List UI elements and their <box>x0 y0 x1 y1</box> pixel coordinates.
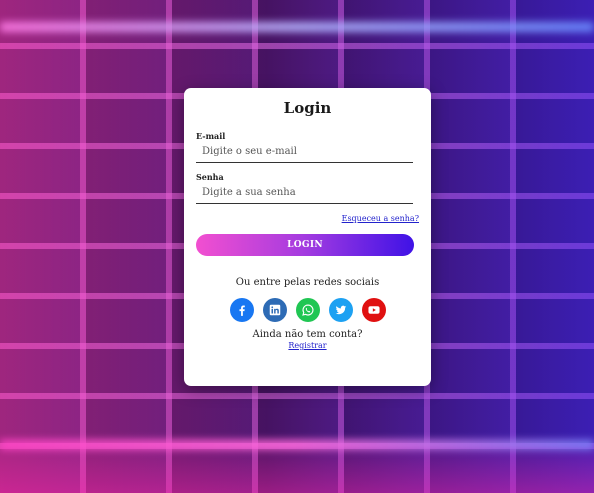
twitter-icon[interactable] <box>328 298 353 322</box>
login-card: Login E-mail Senha Esqueceu a senha? LOG… <box>184 88 431 386</box>
youtube-icon[interactable] <box>361 298 386 322</box>
no-account-text: Ainda não tem conta? <box>252 329 363 340</box>
login-button[interactable]: LOGIN <box>196 234 414 256</box>
register-link[interactable]: Registrar <box>196 341 419 350</box>
whatsapp-icon[interactable] <box>295 298 320 322</box>
email-field[interactable] <box>196 141 413 163</box>
facebook-icon[interactable] <box>229 298 254 322</box>
background-glow <box>0 433 594 493</box>
social-login-row <box>196 298 419 322</box>
email-label: E-mail <box>196 131 226 141</box>
password-label: Senha <box>196 172 224 182</box>
password-field[interactable] <box>196 182 413 204</box>
linkedin-icon[interactable] <box>262 298 287 322</box>
page-title: Login <box>283 99 332 117</box>
forgot-password-link[interactable]: Esqueceu a senha? <box>196 214 419 223</box>
social-login-text: Ou entre pelas redes sociais <box>235 277 380 288</box>
